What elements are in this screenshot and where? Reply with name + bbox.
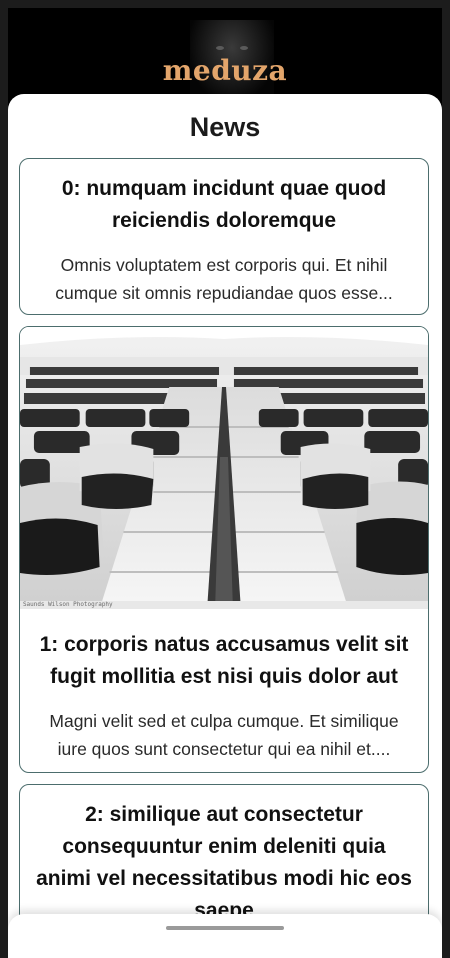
app-logo: meduza [162,54,288,87]
news-card-0[interactable]: 0: numquam incidunt quae quod reiciendis… [19,158,429,315]
page-title: News [189,112,261,142]
news-card-1[interactable]: Saunds Wilson Photography 1: corporis na… [19,326,429,773]
bottom-sheet-handle-area [8,914,442,958]
portrait-eye-right [240,46,248,50]
news-card-title: 2: similique aut consectetur consequuntu… [36,803,412,922]
news-card-excerpt: Magni velit sed et culpa cumque. Et simi… [49,711,399,759]
news-card-excerpt: Omnis voluptatem est corporis qui. Et ni… [55,255,393,303]
app-header: meduza [8,8,442,108]
photo-credit: Saunds Wilson Photography [23,601,113,608]
home-indicator[interactable] [166,926,284,930]
portrait-eye-left [216,46,224,50]
news-card-title: 0: numquam incidunt quae quod reiciendis… [61,177,387,232]
news-sheet[interactable]: News 0: numquam incidunt quae quod reici… [8,94,442,958]
news-card-image: Saunds Wilson Photography [20,327,428,609]
app-frame: meduza News 0: numquam incidunt quae quo… [0,0,450,958]
news-card-title: 1: corporis natus accusamus velit sit fu… [39,633,409,688]
